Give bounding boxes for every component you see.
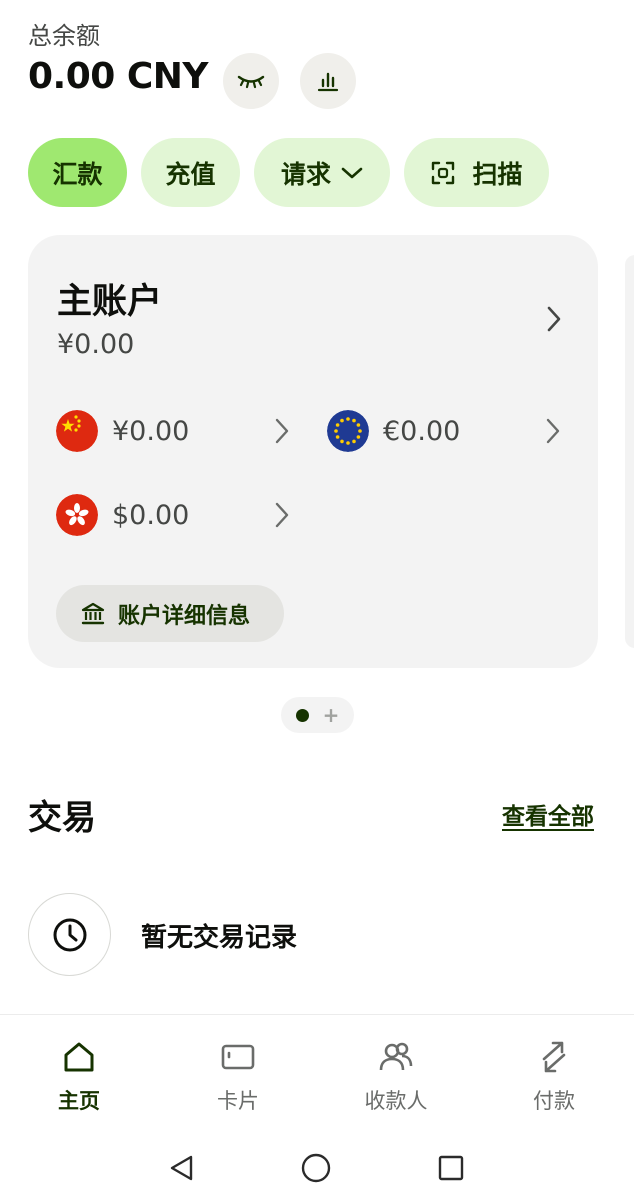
- eye-closed-icon: [237, 75, 265, 89]
- main-account-card[interactable]: 主账户 ¥0.00 ¥0.00 €0.00 $0.00 账户详细信息: [28, 235, 598, 668]
- add-account-icon[interactable]: +: [323, 705, 340, 725]
- scan-icon: [432, 161, 455, 184]
- bank-icon: [81, 602, 105, 624]
- send-button[interactable]: 汇款: [28, 138, 127, 207]
- recipients-icon: [379, 1042, 413, 1071]
- recents-square-icon: [438, 1155, 464, 1181]
- request-button[interactable]: 请求: [254, 138, 390, 207]
- top-up-button-label: 充值: [165, 159, 216, 189]
- account-details-button[interactable]: 账户详细信息: [56, 585, 284, 642]
- clock-icon: [53, 918, 86, 951]
- account-title: 主账户: [57, 282, 163, 322]
- see-all-link[interactable]: 查看全部: [502, 797, 594, 831]
- cny-amount: ¥0.00: [112, 415, 190, 447]
- transactions-title: 交易: [28, 798, 96, 838]
- card-pager[interactable]: +: [281, 697, 354, 733]
- chevron-right-icon: [546, 418, 560, 444]
- card-icon: [221, 1044, 255, 1070]
- system-recents-button[interactable]: [433, 1150, 469, 1186]
- currency-balance-cny[interactable]: ¥0.00: [56, 408, 292, 454]
- top-up-button[interactable]: 充值: [141, 138, 240, 207]
- account-details-label: 账户详细信息: [118, 603, 251, 629]
- empty-transactions-icon-wrapper: [28, 893, 111, 976]
- hong-kong-flag-icon: [56, 494, 98, 536]
- chevron-right-icon[interactable]: [544, 305, 564, 333]
- hkd-amount: $0.00: [112, 499, 190, 531]
- nav-home-label: 主页: [58, 1089, 100, 1113]
- eu-flag-icon: [327, 410, 369, 452]
- hide-balance-button[interactable]: [223, 53, 279, 109]
- back-triangle-icon: [170, 1155, 193, 1181]
- nav-cards[interactable]: 卡片: [178, 1039, 298, 1115]
- system-nav-bar: [0, 1134, 634, 1200]
- scan-button-label: 扫描: [472, 159, 523, 189]
- chevron-right-icon: [275, 502, 289, 528]
- nav-cards-label: 卡片: [217, 1089, 259, 1113]
- nav-recipients[interactable]: 收款人: [336, 1039, 456, 1115]
- currency-balance-eur[interactable]: €0.00: [327, 408, 563, 454]
- account-balance: ¥0.00: [57, 329, 135, 360]
- home-circle-icon: [301, 1153, 331, 1183]
- total-balance-amount: 0.00 CNY: [28, 56, 208, 97]
- request-button-label: 请求: [280, 159, 331, 189]
- chevron-right-icon: [275, 418, 289, 444]
- eur-amount: €0.00: [383, 415, 461, 447]
- currency-balance-hkd[interactable]: $0.00: [56, 492, 292, 538]
- nav-recipients-label: 收款人: [364, 1089, 428, 1113]
- nav-payments-label: 付款: [533, 1089, 575, 1113]
- home-icon: [64, 1042, 94, 1072]
- nav-home[interactable]: 主页: [19, 1039, 139, 1115]
- system-home-button[interactable]: [298, 1150, 334, 1186]
- bar-chart-icon: [317, 72, 339, 92]
- scan-button[interactable]: 扫描: [404, 138, 549, 207]
- chevron-down-icon: [341, 167, 363, 178]
- send-button-label: 汇款: [52, 159, 103, 189]
- nav-payments[interactable]: 付款: [494, 1039, 614, 1115]
- next-account-card[interactable]: [625, 255, 634, 648]
- bottom-nav: 主页 卡片 收款人 付款: [0, 1014, 634, 1134]
- insights-button[interactable]: [300, 53, 356, 109]
- china-flag-icon: [56, 410, 98, 452]
- system-back-button[interactable]: [164, 1150, 200, 1186]
- pager-dot-active: [295, 708, 309, 722]
- empty-transactions-text: 暂无交易记录: [141, 923, 298, 953]
- transfer-icon: [542, 1041, 566, 1073]
- total-balance-label: 总余额: [28, 22, 100, 50]
